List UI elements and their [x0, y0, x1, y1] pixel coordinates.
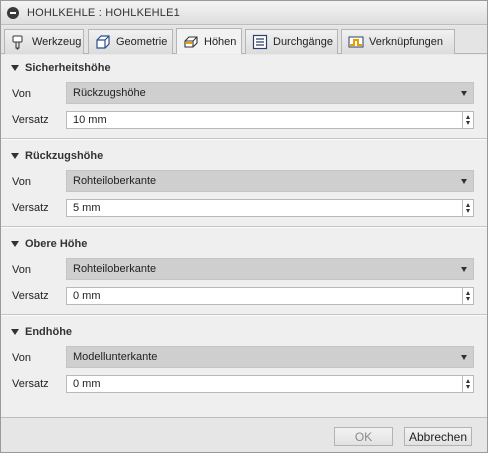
dropdown-value: Rohteiloberkante — [73, 175, 157, 187]
versatz-input[interactable]: 0 mm — [66, 287, 463, 305]
ok-button[interactable]: OK — [334, 427, 393, 446]
collapse-triangle-icon[interactable] — [11, 329, 19, 335]
tab-bar: Werkzeug Geometrie Höhen Durchgänge Verk… — [1, 26, 487, 54]
spin-up-icon[interactable] — [466, 203, 470, 207]
parameters-panel: Sicherheitshöhe Von Rückzugshöhe Versatz… — [1, 55, 487, 417]
spin-down-icon[interactable] — [466, 121, 470, 125]
collapse-triangle-icon[interactable] — [11, 65, 19, 71]
tab-label: Höhen — [204, 35, 237, 48]
input-value: 5 mm — [73, 202, 101, 214]
chevron-down-icon — [461, 179, 467, 184]
von-label: Von — [12, 88, 31, 100]
passes-icon — [252, 34, 268, 50]
versatz-input[interactable]: 10 mm — [66, 111, 463, 129]
von-label: Von — [12, 352, 31, 364]
title-bar[interactable]: HOHLKEHLE : HOHLKEHLE1 — [1, 1, 487, 25]
cube-icon — [95, 34, 111, 50]
section-title: Endhöhe — [25, 326, 73, 338]
tab-hoehen[interactable]: Höhen — [176, 28, 242, 54]
von-label: Von — [12, 264, 31, 276]
collapse-triangle-icon[interactable] — [11, 153, 19, 159]
spin-down-icon[interactable] — [466, 297, 470, 301]
section-title: Sicherheitshöhe — [25, 62, 111, 74]
section-divider — [1, 138, 487, 140]
input-value: 0 mm — [73, 378, 101, 390]
von-dropdown[interactable]: Rückzugshöhe — [66, 82, 474, 104]
von-dropdown[interactable]: Rohteiloberkante — [66, 170, 474, 192]
heights-icon — [183, 34, 199, 50]
linking-icon — [348, 34, 364, 50]
von-dropdown[interactable]: Rohteiloberkante — [66, 258, 474, 280]
tab-geometrie[interactable]: Geometrie — [88, 29, 173, 54]
section-header-obere-hoehe[interactable]: Obere Höhe — [1, 233, 487, 255]
versatz-label: Versatz — [12, 114, 49, 126]
von-dropdown[interactable]: Modellunterkante — [66, 346, 474, 368]
versatz-input[interactable]: 0 mm — [66, 375, 463, 393]
dialog-window: HOHLKEHLE : HOHLKEHLE1 Werkzeug Geometri… — [0, 0, 488, 453]
tab-durchgaenge[interactable]: Durchgänge — [245, 29, 338, 54]
cancel-button[interactable]: Abbrechen — [404, 427, 472, 446]
tab-label: Werkzeug — [32, 36, 82, 48]
spin-down-icon[interactable] — [466, 385, 470, 389]
tab-werkzeug[interactable]: Werkzeug — [4, 29, 84, 54]
spin-up-icon[interactable] — [466, 115, 470, 119]
input-value: 0 mm — [73, 290, 101, 302]
chevron-down-icon — [461, 91, 467, 96]
minus-circle-icon[interactable] — [7, 7, 19, 19]
versatz-label: Versatz — [12, 290, 49, 302]
versatz-spinner[interactable] — [462, 287, 474, 305]
versatz-label: Versatz — [12, 378, 49, 390]
collapse-triangle-icon[interactable] — [11, 241, 19, 247]
input-value: 10 mm — [73, 114, 107, 126]
section-title: Rückzugshöhe — [25, 150, 104, 162]
von-label: Von — [12, 176, 31, 188]
spin-down-icon[interactable] — [466, 209, 470, 213]
dropdown-value: Rückzugshöhe — [73, 87, 146, 99]
chevron-down-icon — [461, 355, 467, 360]
spin-up-icon[interactable] — [466, 379, 470, 383]
section-header-sicherheitshoehe[interactable]: Sicherheitshöhe — [1, 57, 487, 79]
tab-label: Durchgänge — [273, 36, 333, 48]
versatz-input[interactable]: 5 mm — [66, 199, 463, 217]
section-divider — [1, 226, 487, 228]
window-title: HOHLKEHLE : HOHLKEHLE1 — [27, 7, 180, 19]
spin-up-icon[interactable] — [466, 291, 470, 295]
tab-label: Verknüpfungen — [369, 36, 444, 48]
tab-label: Geometrie — [116, 36, 168, 48]
versatz-label: Versatz — [12, 202, 49, 214]
versatz-spinner[interactable] — [462, 111, 474, 129]
dropdown-value: Rohteiloberkante — [73, 263, 157, 275]
versatz-spinner[interactable] — [462, 199, 474, 217]
section-header-rueckzugshoehe[interactable]: Rückzugshöhe — [1, 145, 487, 167]
section-header-endhoehe[interactable]: Endhöhe — [1, 321, 487, 343]
versatz-spinner[interactable] — [462, 375, 474, 393]
section-divider — [1, 314, 487, 316]
dialog-footer: OK Abbrechen — [1, 417, 487, 452]
section-title: Obere Höhe — [25, 238, 88, 250]
tab-verknuepfungen[interactable]: Verknüpfungen — [341, 29, 455, 54]
tool-icon — [11, 34, 27, 50]
dropdown-value: Modellunterkante — [73, 351, 158, 363]
chevron-down-icon — [461, 267, 467, 272]
